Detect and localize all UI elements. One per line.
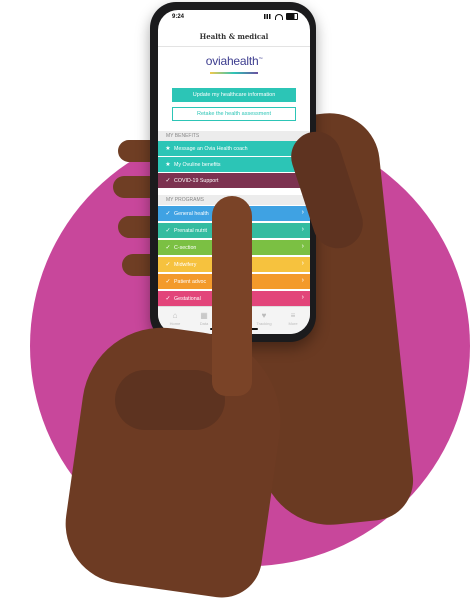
logo-text: oviahealth (205, 54, 259, 68)
check-icon: ✓ (165, 245, 171, 251)
check-icon: ✓ (165, 296, 171, 302)
update-healthcare-button[interactable]: Update my healthcare information (172, 88, 296, 102)
program-label: Gestational (174, 295, 201, 302)
heart-icon: ♥ (261, 311, 267, 320)
benefit-item-ovuline[interactable]: ★ My Ovuline benefits › (158, 157, 310, 172)
program-label: Midwifery (174, 261, 197, 268)
check-icon: ✓ (165, 228, 171, 234)
menu-icon: ≡ (290, 311, 296, 320)
status-bar: 9:24 (158, 10, 310, 26)
program-label: Patient advoc (174, 278, 207, 285)
check-icon: ✓ (165, 211, 171, 217)
tab-more[interactable]: ≡ More (278, 311, 308, 326)
logo-underline (210, 72, 258, 74)
program-label: General health (174, 210, 209, 217)
chevron-right-icon: › (301, 209, 304, 216)
benefit-label: Message an Ovia Health coach (174, 145, 248, 152)
battery-icon (286, 13, 298, 20)
tab-home[interactable]: ⌂ Home (160, 311, 190, 326)
check-icon: ✓ (165, 262, 171, 268)
benefit-item-covid[interactable]: ✓ COVID-19 Support › (158, 173, 310, 188)
retake-assessment-button[interactable]: Retake the health assessment (172, 107, 296, 121)
logo-trademark: ™ (258, 56, 263, 61)
home-icon: ⌂ (172, 311, 178, 320)
star-icon: ★ (165, 146, 171, 152)
chevron-right-icon: › (301, 277, 304, 284)
tab-label: More (288, 321, 298, 326)
header-divider (158, 46, 310, 47)
section-header-benefits: MY BENEFITS (158, 131, 310, 141)
chevron-right-icon: › (301, 243, 304, 250)
tab-label: Home (169, 321, 181, 326)
tab-tracking[interactable]: ♥ Tracking (249, 311, 279, 326)
star-icon: ★ (165, 162, 171, 168)
chevron-right-icon: › (301, 226, 304, 233)
ovia-logo: oviahealth™ (158, 54, 310, 68)
pointing-hand-knuckles (115, 370, 225, 430)
signal-icon (264, 14, 272, 19)
benefit-item-message-coach[interactable]: ★ Message an Ovia Health coach › (158, 141, 310, 156)
tab-label: Tracking (256, 321, 272, 326)
status-time: 9:24 (172, 14, 185, 20)
wifi-icon (275, 13, 283, 20)
page-title: Health & medical (199, 32, 269, 41)
benefit-label: My Ovuline benefits (174, 161, 221, 168)
benefit-label: COVID-19 Support (174, 177, 219, 184)
program-label: C-section (174, 244, 197, 251)
chevron-right-icon: › (301, 260, 304, 267)
pointing-finger (212, 196, 252, 396)
tab-label: Data (199, 321, 209, 326)
check-icon: ✓ (165, 178, 171, 184)
chevron-right-icon: › (301, 294, 304, 301)
check-icon: ✓ (165, 279, 171, 285)
program-label: Prenatal nutrit (174, 227, 207, 234)
